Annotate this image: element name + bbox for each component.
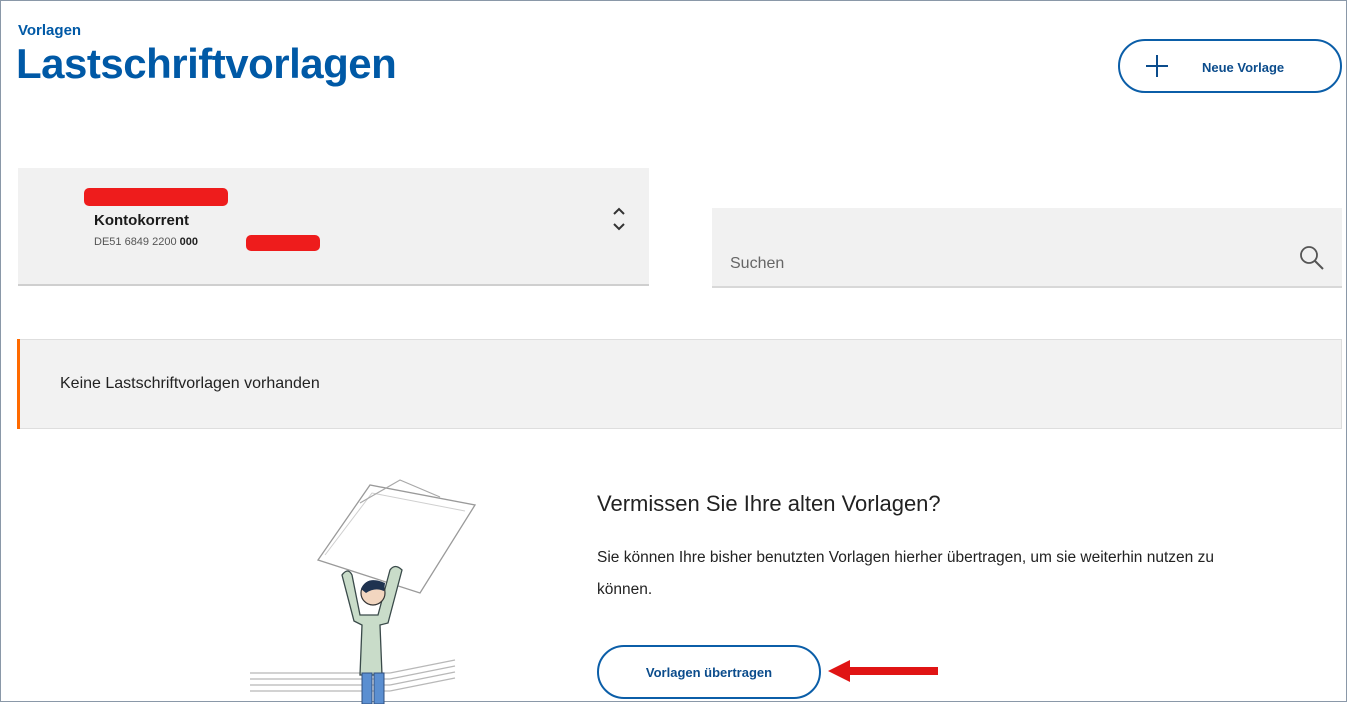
chevron-up-down-icon: [613, 207, 625, 231]
account-iban-prefix: DE51 6849 2200: [94, 236, 180, 248]
empty-notice: Keine Lastschriftvorlagen vorhanden: [17, 339, 1342, 429]
account-iban: DE51 6849 2200 000: [94, 236, 198, 248]
account-iban-bold: 000: [179, 236, 198, 248]
person-holding-paper-illustration: [250, 479, 477, 704]
red-arrow-icon: [828, 660, 938, 682]
account-name: Kontokorrent: [94, 212, 189, 229]
promo-text: Sie können Ihre bisher benutzten Vorlage…: [597, 549, 1214, 598]
search-field: [712, 208, 1342, 288]
search-input[interactable]: [728, 252, 1272, 276]
new-template-label: Neue Vorlage: [1202, 60, 1285, 75]
breadcrumb[interactable]: Vorlagen: [18, 22, 81, 39]
account-selector[interactable]: Kontokorrent DE51 6849 2200 000: [18, 168, 649, 286]
redaction-mark: [84, 188, 228, 206]
transfer-templates-button[interactable]: Vorlagen übertragen: [597, 645, 821, 699]
notice-text: Keine Lastschriftvorlagen vorhanden: [60, 375, 320, 392]
redaction-mark: [246, 235, 320, 251]
notice-accent-bar: [17, 339, 20, 429]
page-title: Lastschriftvorlagen: [16, 40, 397, 87]
new-template-button[interactable]: Neue Vorlage: [1118, 39, 1342, 93]
transfer-templates-label: Vorlagen übertragen: [645, 665, 773, 680]
promo-heading: Vermissen Sie Ihre alten Vorlagen?: [597, 491, 941, 516]
search-icon[interactable]: [1298, 244, 1326, 272]
plus-icon: [1146, 55, 1168, 77]
